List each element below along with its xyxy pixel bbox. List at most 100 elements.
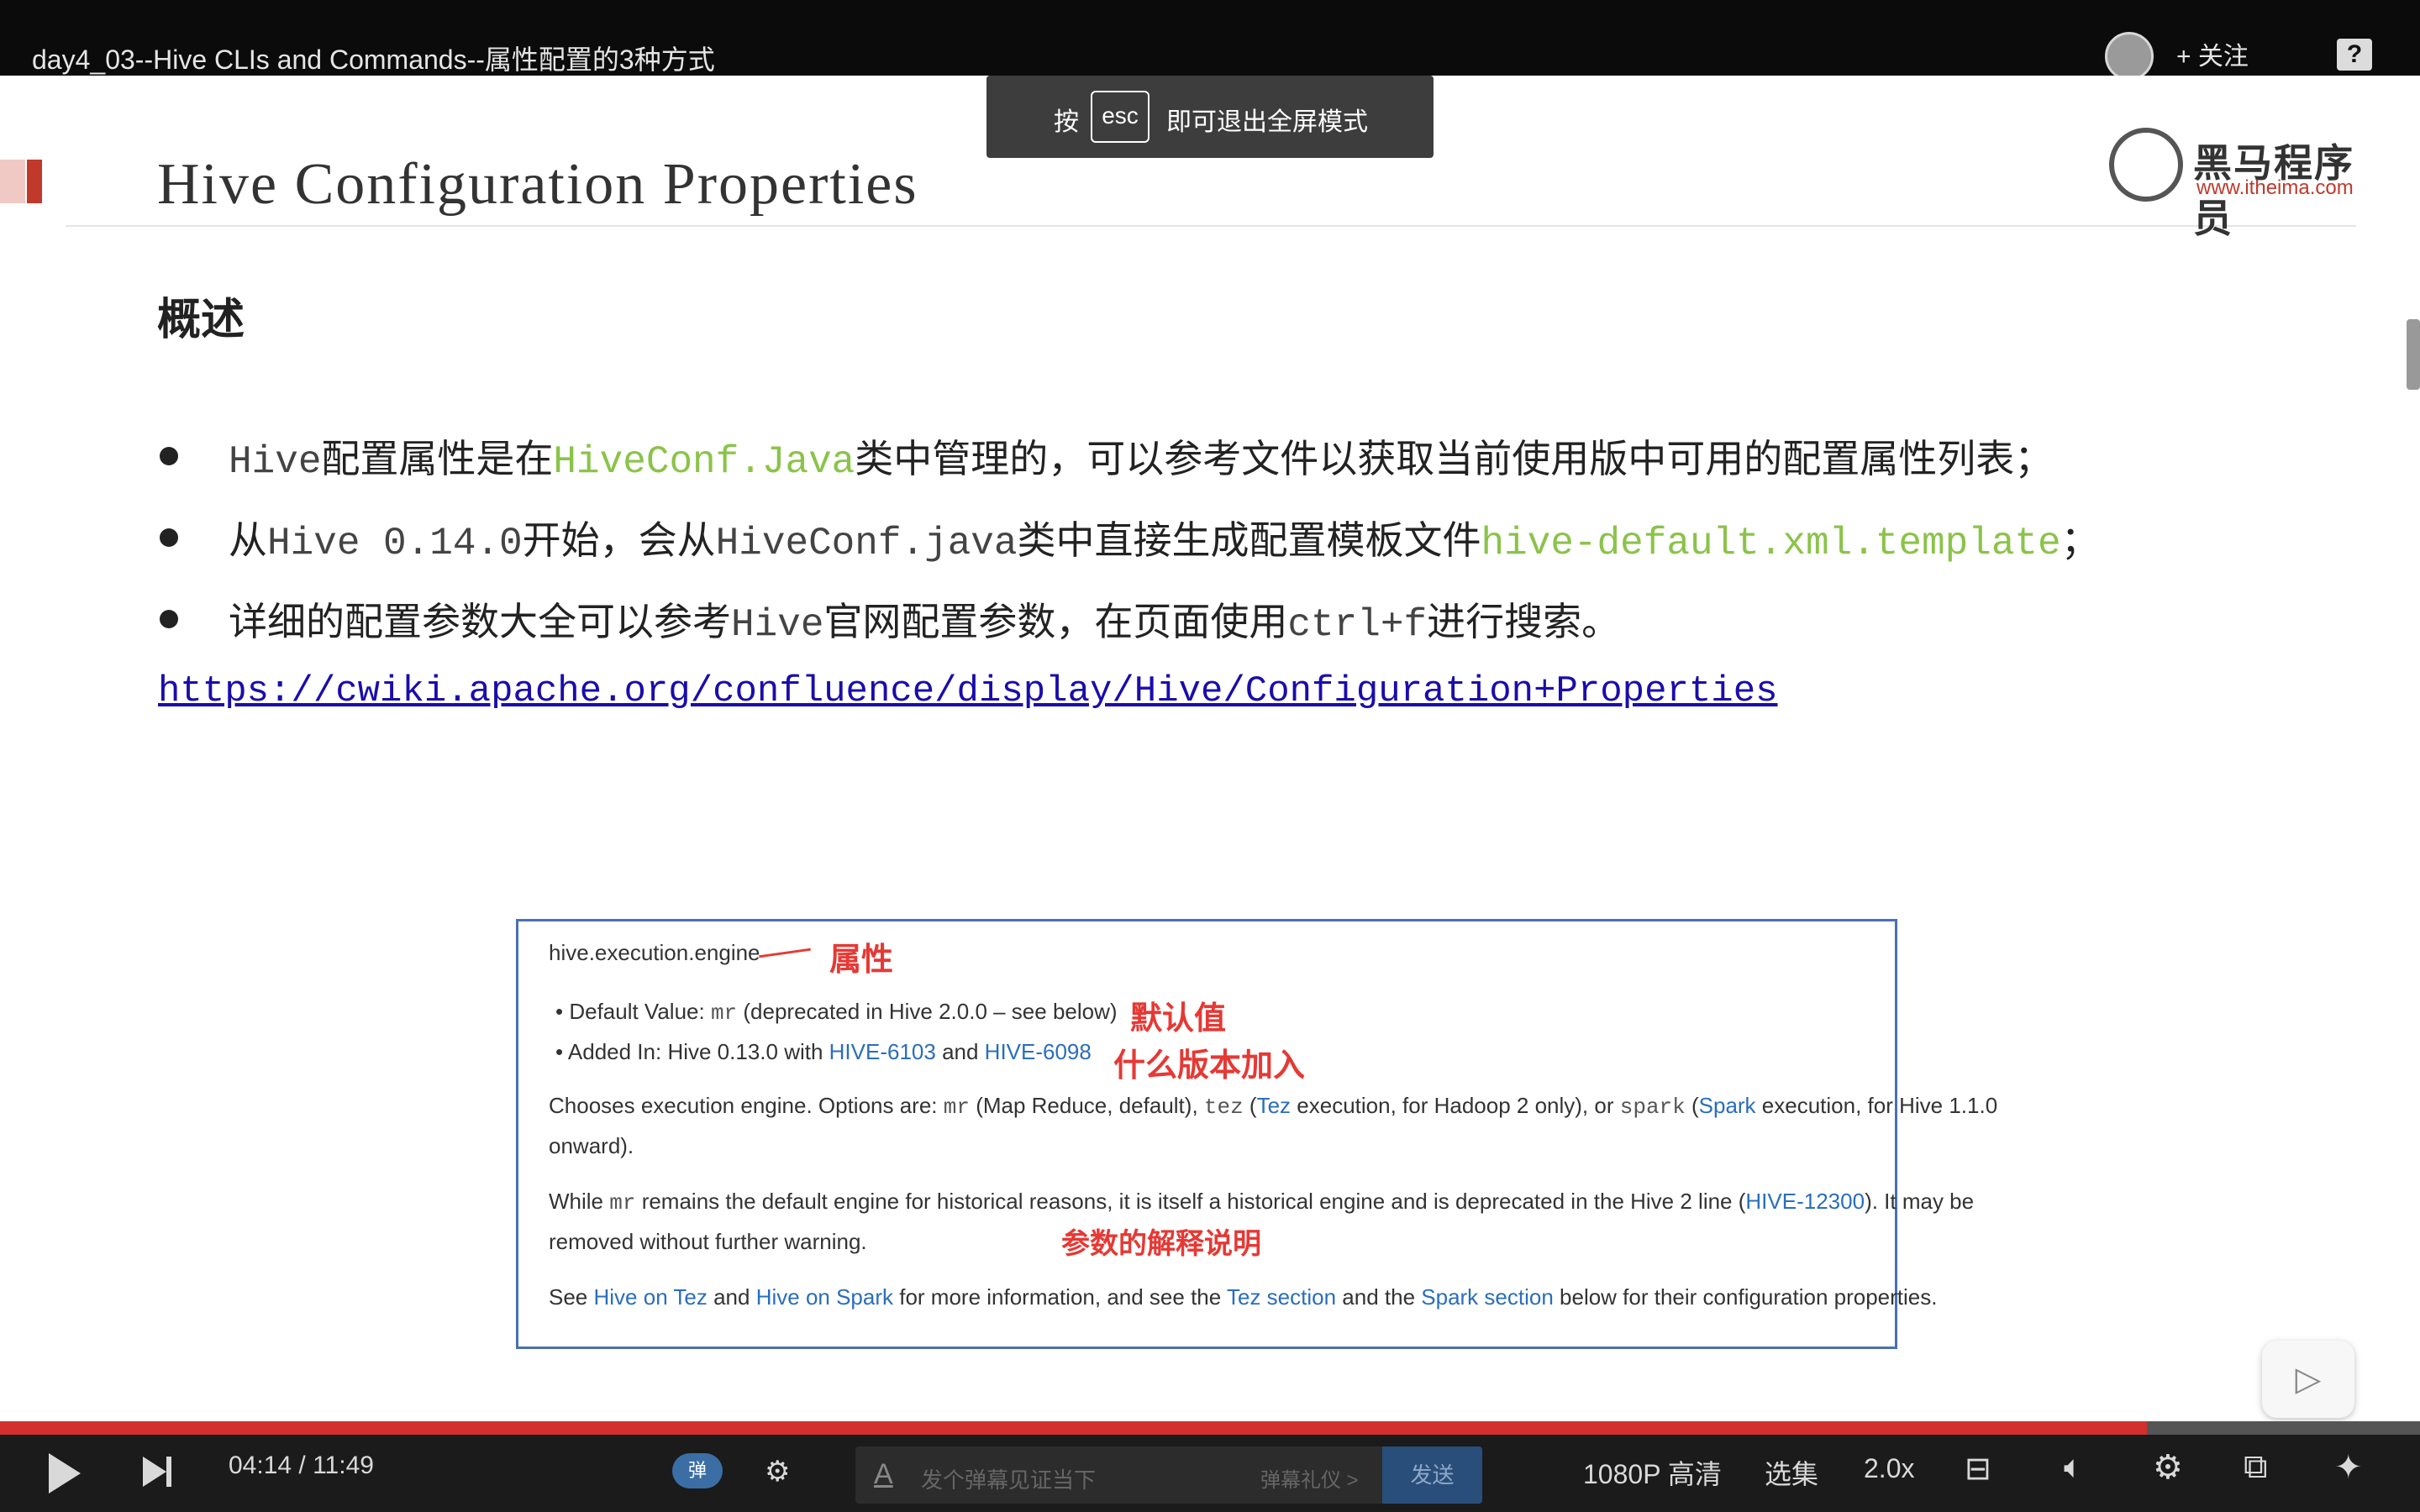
settings-gear-icon[interactable]: ⚙ xyxy=(2153,1448,2183,1487)
see-also-line: See Hive on Tez and Hive on Spark for mo… xyxy=(549,1284,1938,1310)
added-in-line: • Added In: Hive 0.13.0 with HIVE-6103 a… xyxy=(555,1039,1092,1065)
playback-time: 04:14 / 11:49 xyxy=(229,1452,374,1480)
video-title: day4_03--Hive CLIs and Commands--属性配置的3种… xyxy=(32,45,715,75)
video-progress-bar[interactable] xyxy=(0,1421,2420,1435)
bullet-text: 配置属性是在 xyxy=(321,437,554,480)
danmaku-style-icon[interactable]: A xyxy=(874,1458,893,1491)
property-name: hive.execution.engine xyxy=(549,940,760,965)
video-frame-slide: Hive Configuration Properties 黑马程序员 www.… xyxy=(0,76,2420,1421)
itheima-logo: 黑马程序员 www.itheima.com xyxy=(2109,128,2361,240)
doc-text: See xyxy=(549,1284,594,1310)
bullet-text: Hive xyxy=(731,603,824,647)
episodes-button[interactable]: 选集 xyxy=(1765,1453,1818,1492)
exit-fullscreen-toast: 按 esc 即可退出全屏模式 xyxy=(986,76,1434,158)
quality-selector[interactable]: 1080P 高清 xyxy=(1583,1453,1722,1492)
toast-prefix: 按 xyxy=(1054,108,1079,136)
logo-url: www.itheima.com xyxy=(2196,176,2354,199)
tez-section-link[interactable]: Tez section xyxy=(1227,1284,1336,1310)
speed-selector[interactable]: 2.0x xyxy=(1864,1453,1914,1484)
spark-link[interactable]: Spark xyxy=(1699,1093,1756,1118)
doc-text: Added In: Hive 0.13.0 with xyxy=(567,1039,829,1064)
spark-section-link[interactable]: Spark section xyxy=(1421,1284,1554,1310)
doc-text: ( xyxy=(1243,1093,1257,1118)
doc-code: tez xyxy=(1203,1095,1244,1120)
current-time: 04:14 xyxy=(229,1452,292,1479)
arrow-icon xyxy=(759,948,811,958)
hive-6098-link[interactable]: HIVE-6098 xyxy=(985,1039,1092,1064)
description-line-4: removed without further warning. xyxy=(549,1229,867,1254)
title-accent-light xyxy=(0,160,25,203)
total-time: 11:49 xyxy=(313,1452,374,1479)
bullet-dot-icon xyxy=(160,528,178,547)
danmaku-etiquette-link[interactable]: 弹幕礼仪 > xyxy=(1260,1463,1359,1493)
doc-screenshot: hive.execution.engine 属性 • Default Value… xyxy=(516,919,1997,1349)
danmaku-placeholder: 发个弹幕见证当下 xyxy=(921,1467,1097,1493)
volume-icon[interactable]: 🔈︎ xyxy=(2064,1450,2083,1486)
doc-text: While xyxy=(549,1189,610,1214)
video-top-bar: day4_03--Hive CLIs and Commands--属性配置的3种… xyxy=(0,0,2420,81)
doc-code: mr xyxy=(710,1000,738,1026)
doc-code: mr xyxy=(943,1095,970,1120)
logo-mark-icon xyxy=(2109,128,2183,202)
tez-link[interactable]: Tez xyxy=(1257,1093,1291,1118)
doc-text: and xyxy=(707,1284,756,1310)
doc-text: execution, for Hadoop 2 only), or xyxy=(1291,1093,1620,1118)
slide-title: Hive Configuration Properties xyxy=(157,152,918,217)
mini-player-icon[interactable]: ▷ xyxy=(2262,1341,2354,1418)
doc-text: for more information, and see the xyxy=(893,1284,1227,1310)
doc-text: Chooses execution engine. Options are: xyxy=(549,1093,944,1118)
bullet-text: 类中直接生成配置模板文件 xyxy=(1017,518,1481,562)
bullet-dot-icon xyxy=(160,610,178,628)
annotation-default: 默认值 xyxy=(1130,1001,1227,1037)
doc-text: remains the default engine for historica… xyxy=(635,1189,1746,1214)
picture-in-picture-icon[interactable]: ⧉ xyxy=(2244,1448,2268,1486)
doc-text: ( xyxy=(1685,1093,1699,1118)
bullet-dot-icon: • xyxy=(555,1039,568,1064)
description-line-3: While mr remains the default engine for … xyxy=(549,1189,1974,1215)
bullet-text: ； xyxy=(2060,518,2100,562)
hive-12300-link[interactable]: HIVE-12300 xyxy=(1745,1189,1865,1214)
help-icon[interactable]: ? xyxy=(2337,39,2372,71)
hive-on-tez-link[interactable]: Hive on Tez xyxy=(594,1284,708,1310)
section-heading: 概述 xyxy=(157,296,245,344)
doc-text: execution, for Hive 1.1.0 xyxy=(1755,1093,1998,1118)
bullet-dot-icon xyxy=(160,447,178,465)
doc-text: ). It may be xyxy=(1865,1189,1975,1214)
uploader-avatar[interactable] xyxy=(2105,32,2154,81)
bullet-text: HiveConf.java xyxy=(715,522,1018,565)
doc-text: Default Value: xyxy=(569,999,711,1024)
player-control-bar: 04:14 / 11:49 弹 ⚙ A 发个弹幕见证当下 弹幕礼仪 > 发送 1… xyxy=(0,1435,2420,1512)
description-line-1: Chooses execution engine. Options are: m… xyxy=(549,1093,1997,1120)
fullscreen-icon[interactable]: ✦ xyxy=(2334,1448,2363,1487)
side-scroll-handle[interactable] xyxy=(2407,319,2420,390)
bullet-text: 开始，会从 xyxy=(522,518,716,562)
bullet-dot-icon: • xyxy=(555,999,570,1024)
play-icon[interactable] xyxy=(49,1453,81,1494)
bullet-text: 从 xyxy=(229,518,267,562)
bullet-text: ctrl+f xyxy=(1287,603,1428,647)
bullet-highlight: hive-default.xml.template xyxy=(1481,522,2061,565)
follow-button[interactable]: + 关注 xyxy=(2176,35,2249,72)
bullet-text: Hive 0.14.0 xyxy=(267,522,523,565)
danmaku-input[interactable]: A 发个弹幕见证当下 弹幕礼仪 > 发送 xyxy=(855,1446,1482,1504)
subtitle-icon[interactable]: ⊟ xyxy=(1965,1450,1991,1488)
title-accent-bar xyxy=(27,160,42,203)
confluence-link[interactable]: https://cwiki.apache.org/confluence/disp… xyxy=(158,670,1778,712)
doc-text: (Map Reduce, default), xyxy=(969,1093,1204,1118)
doc-text: and the xyxy=(1336,1284,1422,1310)
danmaku-settings-icon[interactable]: ⚙ xyxy=(765,1455,790,1488)
doc-text: (deprecated in Hive 2.0.0 – see below) xyxy=(737,999,1118,1024)
toast-suffix: 即可退出全屏模式 xyxy=(1166,108,1368,136)
hive-6103-link[interactable]: HIVE-6103 xyxy=(829,1039,936,1064)
title-divider xyxy=(66,225,2356,227)
doc-code: spark xyxy=(1619,1095,1686,1120)
bullet-text: 详细的配置参数大全可以参考 xyxy=(229,600,731,643)
danmaku-toggle[interactable]: 弹 xyxy=(672,1453,723,1488)
send-danmaku-button[interactable]: 发送 xyxy=(1382,1446,1482,1504)
annotation-property: 属性 xyxy=(829,942,894,978)
bullet-text: 官网配置参数，在页面使用 xyxy=(823,600,1288,643)
default-value-line: • Default Value: mr (deprecated in Hive … xyxy=(555,999,1118,1026)
bullet-highlight: HiveConf.Java xyxy=(553,440,855,484)
hive-on-spark-link[interactable]: Hive on Spark xyxy=(756,1284,893,1310)
esc-key-badge: esc xyxy=(1091,91,1150,143)
